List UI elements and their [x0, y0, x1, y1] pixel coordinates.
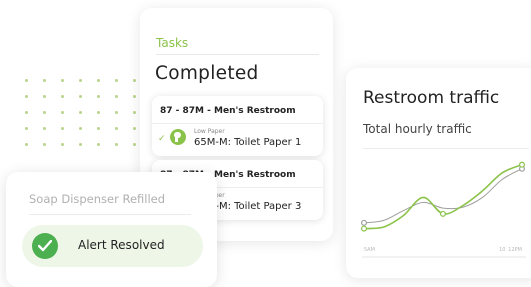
decorative-dot: [61, 111, 64, 114]
decorative-dot: [115, 79, 118, 82]
decorative-dot-grid: [25, 79, 140, 151]
decorative-dot: [79, 95, 82, 98]
decorative-dot: [25, 127, 28, 130]
x-tick-label: 12PM: [508, 247, 522, 253]
decorative-dot: [43, 111, 46, 114]
decorative-dot: [25, 111, 28, 114]
decorative-dot: [97, 143, 100, 146]
decorative-dot: [25, 143, 28, 146]
decorative-dot: [133, 127, 136, 130]
data-point: [519, 161, 526, 168]
completed-section-title: Completed: [155, 63, 259, 84]
data-point: [361, 225, 368, 232]
decorative-dot: [61, 127, 64, 130]
decorative-dot: [61, 95, 64, 98]
decorative-dot: [97, 95, 100, 98]
data-point: [439, 210, 446, 217]
decorative-dot: [43, 143, 46, 146]
decorative-dot: [61, 143, 64, 146]
decorative-dot: [79, 111, 82, 114]
divider: [29, 214, 191, 215]
alert-status-badge[interactable]: Alert Resolved: [22, 225, 203, 267]
decorative-dot: [97, 127, 100, 130]
decorative-dot: [115, 127, 118, 130]
decorative-dot: [25, 79, 28, 82]
decorative-dot: [115, 95, 118, 98]
decorative-dot: [133, 79, 136, 82]
decorative-dot: [97, 79, 100, 82]
alert-card: Soap Dispenser Refilled Alert Resolved: [6, 172, 217, 287]
decorative-dot: [133, 111, 136, 114]
decorative-dot: [79, 143, 82, 146]
task-title: 87 - 87M - Men's Restroom: [160, 106, 296, 116]
traffic-line-chart: 5AM 10 12PM: [361, 161, 526, 258]
decorative-dot: [43, 79, 46, 82]
divider: [152, 123, 323, 124]
decorative-dot: [133, 95, 136, 98]
alert-title: Soap Dispenser Refilled: [29, 192, 166, 206]
decorative-dot: [61, 79, 64, 82]
decorative-dot: [97, 111, 100, 114]
divider: [156, 54, 319, 55]
check-circle-icon: [32, 233, 58, 259]
task-type: Low Paper: [194, 128, 225, 135]
decorative-dot: [43, 95, 46, 98]
alert-status-label: Alert Resolved: [78, 238, 165, 252]
checkmark-icon: ✓: [158, 134, 166, 144]
decorative-dot: [43, 127, 46, 130]
toilet-paper-icon: [170, 129, 186, 145]
decorative-dot: [115, 111, 118, 114]
decorative-dot: [133, 143, 136, 146]
decorative-dot: [79, 127, 82, 130]
task-detail: 65M-M: Toilet Paper 1: [194, 137, 302, 148]
x-tick-label: 10: [499, 247, 505, 253]
decorative-dot: [79, 79, 82, 82]
tasks-header: Tasks: [156, 36, 189, 50]
decorative-dot: [115, 143, 118, 146]
x-tick-label: 5AM: [364, 247, 375, 253]
traffic-card: Restroom traffic Total hourly traffic 5A…: [346, 68, 531, 278]
decorative-dot: [25, 95, 28, 98]
data-point: [361, 219, 368, 226]
task-item[interactable]: 87 - 87M - Men's Restroom ✓ Low Paper 65…: [152, 96, 323, 156]
